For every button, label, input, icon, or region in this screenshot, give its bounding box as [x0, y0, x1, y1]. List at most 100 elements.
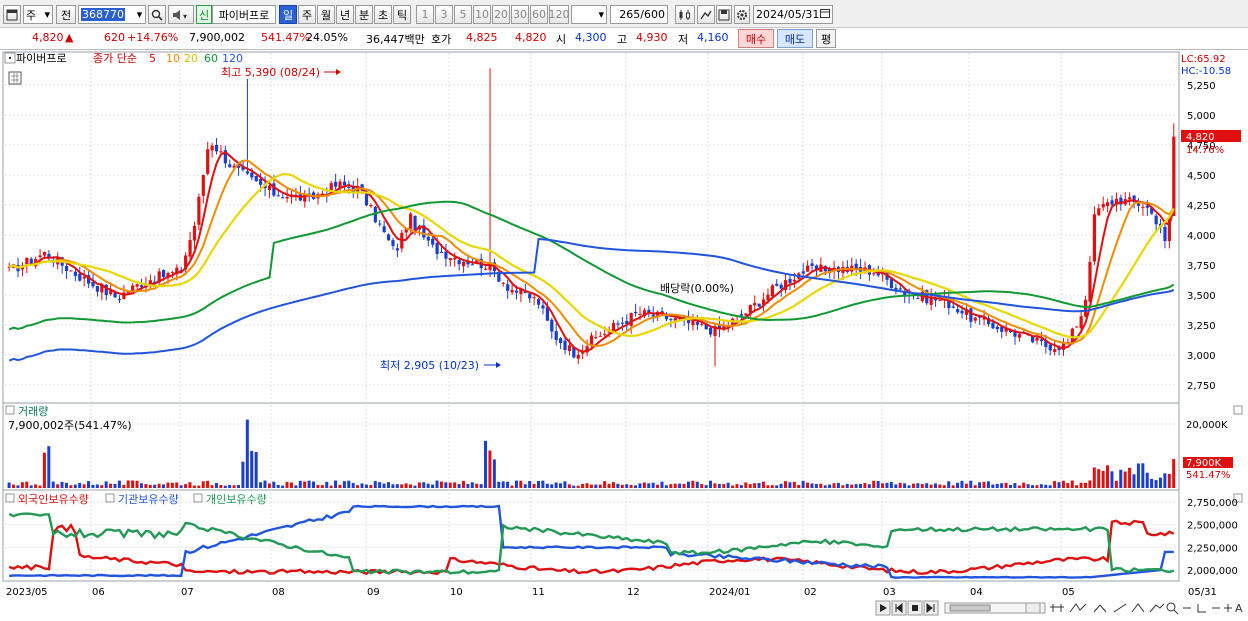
interval-tab[interactable]: 60	[530, 5, 548, 24]
volume-bar	[695, 481, 699, 488]
volume-bar	[378, 482, 382, 488]
interval-tab[interactable]: 10	[473, 5, 491, 24]
candle-body	[956, 309, 960, 313]
candle-body	[532, 297, 536, 299]
interval-tab[interactable]: 20	[492, 5, 510, 24]
market-select[interactable]: 주 ▾	[23, 5, 53, 24]
candle-icon[interactable]	[675, 5, 695, 24]
interval-tab[interactable]: 120	[549, 5, 570, 24]
interval-tab[interactable]: 1	[416, 5, 434, 24]
volume-bar	[528, 481, 532, 488]
current-pct-axis: 14.76%	[1186, 145, 1224, 156]
stock-code-input[interactable]: 368770	[78, 5, 136, 24]
volume-bar	[431, 484, 435, 488]
volume-bar	[298, 480, 302, 488]
eval-button[interactable]: 평	[816, 29, 836, 48]
scrollbar-thumb[interactable]	[949, 604, 991, 612]
candle-body	[1097, 208, 1101, 216]
count-max: /600	[640, 8, 665, 21]
interval-dropdown[interactable]: ▾	[571, 5, 607, 24]
volume-bar	[916, 483, 920, 488]
volume-bar	[263, 480, 267, 488]
stock-code-dropdown[interactable]: ▾	[134, 5, 146, 24]
volume-bar	[819, 483, 823, 488]
buy-button[interactable]: 매수	[738, 29, 774, 48]
volume-bar	[351, 482, 355, 488]
search-icon[interactable]	[148, 5, 166, 24]
prev-button[interactable]: 전	[56, 5, 76, 24]
volume-bar	[1145, 472, 1149, 488]
candle-body	[589, 335, 594, 346]
volume-bar	[479, 484, 483, 488]
candle-body	[342, 181, 347, 186]
candle-body	[281, 197, 285, 199]
volume-bar	[1132, 474, 1136, 488]
interval-tab[interactable]: 3	[435, 5, 453, 24]
candle-body	[1141, 206, 1145, 208]
speaker-icon[interactable]: ▾	[168, 5, 194, 24]
volume-bar	[731, 485, 735, 488]
period-tab[interactable]: 분	[355, 5, 373, 24]
interval-tab[interactable]: 5	[454, 5, 472, 24]
volume-bar	[947, 481, 951, 488]
volume-bar	[775, 485, 779, 488]
interval-tab[interactable]: 30	[511, 5, 529, 24]
price-change: 620	[104, 31, 125, 44]
volume-bar	[797, 484, 801, 488]
volume-bar	[131, 480, 135, 488]
quote-bar: 4,820 ▲ 620 +14.76% 7,900,002 541.47% 24…	[0, 28, 1248, 50]
stock-chart[interactable]: 파이버프로 종가 단순 5 10 20 60 120 LC:65.92 HC:-…	[0, 50, 1248, 621]
candle-body	[709, 327, 713, 335]
period-tab[interactable]: 틱	[393, 5, 411, 24]
period-tab[interactable]: 년	[336, 5, 354, 24]
volume-bar	[382, 483, 386, 488]
volume-bar	[1079, 482, 1083, 488]
volume-bar	[1008, 484, 1012, 488]
volume-bar	[510, 485, 514, 488]
volume-bar	[281, 485, 285, 488]
candle-body	[267, 185, 272, 190]
candle-body	[369, 204, 373, 207]
volume-bar	[1097, 469, 1101, 488]
sell-button[interactable]: 매도	[777, 29, 813, 48]
volume-bar	[1031, 485, 1035, 488]
candle-body	[629, 313, 633, 326]
line-tool-icon[interactable]	[697, 5, 715, 24]
count-field[interactable]: 265/600	[610, 5, 668, 24]
volume-bar	[1141, 463, 1145, 488]
ask-price: 4,825	[466, 31, 498, 44]
window-icon[interactable]	[3, 5, 21, 24]
high-annotation-text: 최고 5,390 (08/24)	[221, 66, 320, 79]
candle-body	[1048, 344, 1052, 351]
volume-bar	[1158, 477, 1162, 488]
candle-body	[541, 305, 545, 309]
candle-body	[1163, 226, 1167, 241]
candle-body	[413, 215, 417, 231]
candle-body	[197, 196, 201, 225]
gear-icon[interactable]	[734, 5, 750, 24]
chart-grid-toggle-icon[interactable]	[8, 71, 22, 85]
volume-bar	[938, 484, 942, 488]
window-restore-icon[interactable]	[1025, 602, 1041, 614]
price-axis-tick: 2,750	[1187, 381, 1216, 392]
volume-bar	[492, 459, 496, 488]
calendar-icon[interactable]	[820, 8, 830, 21]
ma-period-10: 10	[166, 52, 180, 65]
candle-body	[219, 151, 223, 153]
volume-bar	[956, 482, 960, 488]
individual-holding-label: 개인보유수량	[206, 493, 267, 506]
save-icon[interactable]	[716, 5, 732, 24]
lc-label: LC:65.92	[1181, 54, 1226, 65]
period-tab[interactable]: 일	[279, 5, 297, 24]
volume-bar	[461, 480, 465, 488]
candle-body	[42, 251, 47, 256]
date-field[interactable]: 2024/05/31	[753, 5, 833, 24]
period-tab[interactable]: 초	[374, 5, 392, 24]
period-tab[interactable]: 월	[317, 5, 335, 24]
font-size-icon[interactable]: A	[1235, 602, 1243, 615]
period-tab[interactable]: 주	[298, 5, 316, 24]
volume-bar	[863, 482, 867, 488]
volume-bar	[991, 484, 995, 488]
volume-panel-close-icon[interactable]	[1233, 405, 1243, 415]
volume-bar	[933, 483, 937, 488]
